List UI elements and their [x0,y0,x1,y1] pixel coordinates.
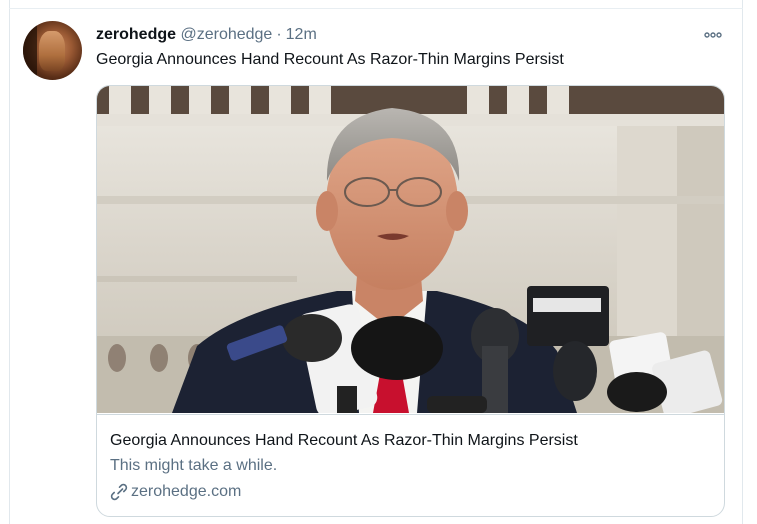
tweet-header: zerohedge @zerohedge · 12m [96,24,317,46]
link-card[interactable]: Georgia Announces Hand Recount As Razor-… [96,85,725,517]
timeline-left-border [0,0,10,524]
tweet[interactable]: zerohedge @zerohedge · 12m Georgia Announc… [10,9,742,524]
author-name[interactable]: zerohedge [96,26,176,43]
press-conference-photo [97,86,724,413]
tweet-text: Georgia Announces Hand Recount As Razor-… [96,51,564,68]
card-image[interactable] [97,86,724,413]
author-handle[interactable]: @zerohedge [180,26,272,43]
card-title[interactable]: Georgia Announces Hand Recount As Razor-… [110,430,578,452]
card-domain[interactable]: zerohedge.com [110,481,241,503]
tweet-timestamp[interactable]: 12m [286,26,317,43]
card-domain-text[interactable]: zerohedge.com [131,481,241,503]
card-body[interactable]: Georgia Announces Hand Recount As Razor-… [97,414,724,516]
more-horizontal-icon[interactable] [704,27,722,41]
link-icon [110,483,128,501]
avatar[interactable] [23,21,82,80]
timeline-right-border [742,0,757,524]
header-separator: · [276,26,282,43]
card-description: This might take a while. [110,457,278,474]
